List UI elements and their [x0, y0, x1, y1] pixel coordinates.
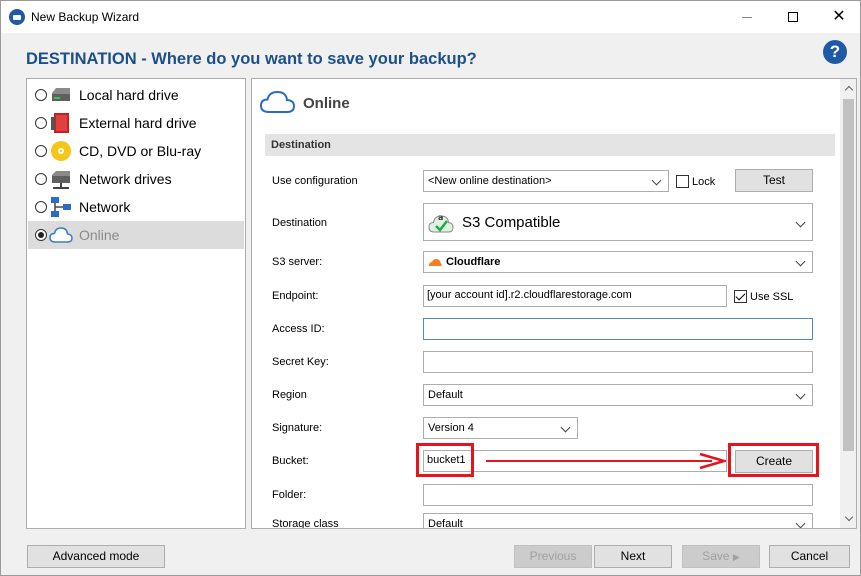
window-title: New Backup Wizard: [31, 10, 140, 24]
use-configuration-value: <New online destination>: [428, 175, 552, 187]
network-drive-icon: [52, 171, 70, 189]
destination-item-online[interactable]: Online: [28, 221, 244, 249]
use-configuration-label: Use configuration: [272, 175, 358, 187]
radio-button[interactable]: [35, 145, 47, 157]
storage-class-label: Storage class: [272, 518, 339, 529]
signature-select[interactable]: Version 4: [423, 417, 578, 439]
use-configuration-select[interactable]: <New online destination>: [423, 170, 669, 192]
page-title: DESTINATION - Where do you want to save …: [26, 50, 477, 68]
destination-label: Network drives: [79, 171, 172, 187]
hard-drive-icon: [52, 88, 70, 101]
chevron-down-icon: [794, 254, 808, 270]
minimize-button[interactable]: [724, 1, 770, 33]
cloudflare-icon: [429, 259, 442, 266]
use-ssl-label: Use SSL: [750, 291, 794, 303]
bucket-label: Bucket:: [272, 455, 309, 467]
s3-server-label: S3 server:: [272, 256, 323, 268]
endpoint-label: Endpoint:: [272, 290, 319, 302]
advanced-mode-button[interactable]: Advanced mode: [27, 545, 165, 568]
storage-class-select[interactable]: Default: [423, 513, 813, 529]
minimize-icon: [742, 16, 752, 18]
destination-label: Local hard drive: [79, 87, 179, 103]
destination-value: S3 Compatible: [462, 214, 561, 231]
close-icon: ✕: [832, 8, 846, 25]
test-button[interactable]: Test: [735, 169, 813, 192]
s3-server-value: Cloudflare: [446, 256, 501, 268]
bucket-highlight-box: [416, 443, 474, 477]
destination-label: Network: [79, 199, 131, 215]
endpoint-input[interactable]: [your account id].r2.cloudflarestorage.c…: [423, 285, 727, 307]
panel-title: Online: [303, 95, 350, 112]
s3-server-select[interactable]: Cloudflare: [423, 251, 813, 273]
chevron-down-icon: [794, 215, 808, 231]
cloud-icon: [260, 90, 296, 113]
destination-label: External hard drive: [79, 115, 197, 131]
access-id-label: Access ID:: [272, 323, 325, 335]
annotation-arrow-icon: [699, 452, 726, 470]
scroll-thumb[interactable]: [843, 99, 854, 451]
radio-button[interactable]: [35, 117, 47, 129]
network-icon: [51, 197, 71, 217]
save-label: Save: [702, 549, 730, 563]
previous-button[interactable]: Previous: [514, 545, 592, 568]
destination-select[interactable]: a S3 Compatible: [423, 203, 813, 241]
disc-icon: [51, 141, 71, 161]
maximize-icon: [788, 12, 798, 22]
radio-button[interactable]: [35, 173, 47, 185]
maximize-button[interactable]: [770, 1, 816, 33]
access-id-input[interactable]: [423, 318, 813, 340]
backup-wizard-window: New Backup Wizard ✕ DESTINATION - Where …: [0, 0, 861, 576]
folder-label: Folder:: [272, 489, 307, 501]
destination-item-network-drives[interactable]: Network drives: [28, 165, 244, 193]
region-select[interactable]: Default: [423, 384, 813, 406]
help-icon[interactable]: ?: [823, 40, 847, 64]
destination-item-network[interactable]: Network: [28, 193, 244, 221]
section-label: Destination: [271, 139, 331, 151]
region-label: Region: [272, 389, 307, 401]
create-highlight-box: [728, 443, 819, 477]
chevron-down-icon: [650, 173, 664, 189]
radio-button[interactable]: [35, 201, 47, 213]
next-button[interactable]: Next: [594, 545, 672, 568]
region-value: Default: [428, 389, 463, 401]
app-icon: [9, 9, 25, 25]
title-bar: New Backup Wizard ✕: [1, 1, 860, 33]
cloud-icon: [49, 227, 73, 243]
chevron-right-icon: ▶: [732, 552, 740, 562]
signature-label: Signature:: [272, 422, 323, 434]
vertical-scrollbar[interactable]: [840, 79, 856, 528]
external-drive-icon: [51, 113, 69, 133]
scroll-up-icon[interactable]: [843, 83, 854, 95]
secret-key-input[interactable]: [423, 351, 813, 373]
destination-type-list: Local hard drive External hard drive CD,…: [26, 78, 246, 529]
chevron-down-icon: [794, 387, 808, 403]
destination-label: Destination: [272, 217, 328, 229]
svg-text:a: a: [438, 213, 443, 222]
lock-label: Lock: [692, 176, 716, 188]
chevron-down-icon: [794, 516, 808, 528]
destination-item-external-hard-drive[interactable]: External hard drive: [28, 109, 244, 137]
cancel-button[interactable]: Cancel: [769, 545, 850, 568]
secret-key-label: Secret Key:: [272, 356, 329, 368]
chevron-down-icon: [559, 420, 573, 436]
radio-button[interactable]: [35, 229, 47, 241]
destination-item-cd-dvd-bluray[interactable]: CD, DVD or Blu-ray: [28, 137, 244, 165]
use-ssl-checkbox[interactable]: [734, 290, 747, 303]
close-button[interactable]: ✕: [816, 1, 861, 33]
s3-compatible-icon: a: [428, 213, 454, 233]
radio-button[interactable]: [35, 89, 47, 101]
destination-label: Online: [79, 227, 120, 243]
folder-input[interactable]: [423, 484, 813, 506]
destination-label: CD, DVD or Blu-ray: [79, 143, 202, 159]
signature-value: Version 4: [428, 422, 474, 434]
storage-class-value: Default: [428, 518, 463, 529]
save-button[interactable]: Save ▶: [682, 545, 760, 568]
scroll-down-icon[interactable]: [843, 513, 854, 525]
section-header: Destination: [265, 134, 835, 156]
lock-checkbox[interactable]: [676, 175, 689, 188]
annotation-arrow-line: [486, 460, 712, 462]
destination-item-local-hard-drive[interactable]: Local hard drive: [28, 81, 244, 109]
